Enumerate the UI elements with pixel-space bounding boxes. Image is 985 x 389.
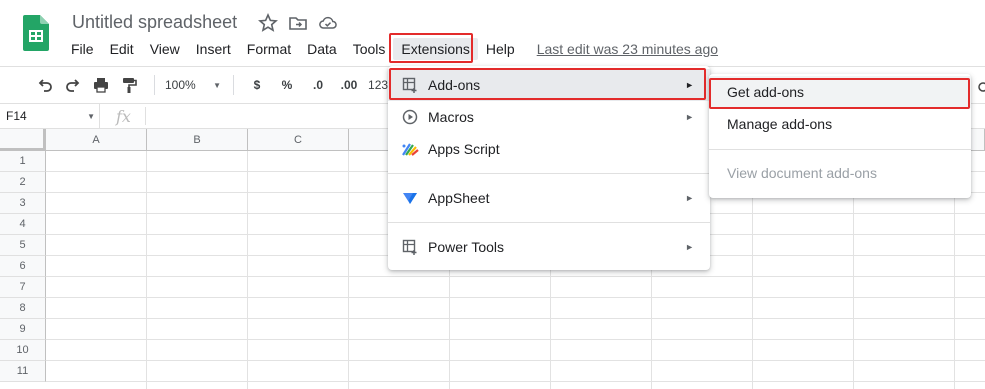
menu-format[interactable]: Format — [239, 38, 299, 60]
appsheet-icon — [401, 189, 419, 207]
menu-data[interactable]: Data — [299, 38, 345, 60]
gridline — [46, 381, 985, 382]
row-header[interactable]: 5 — [0, 235, 46, 256]
menu-tools[interactable]: Tools — [345, 38, 394, 60]
gridline — [46, 276, 985, 277]
paint-format-button[interactable] — [116, 72, 142, 98]
menu-divider — [709, 149, 971, 150]
menu-item-power-tools[interactable]: Power Tools ► — [388, 231, 710, 263]
extensions-menu: Add-ons ► Macros ► Apps Script AppSheet … — [388, 66, 710, 270]
document-title[interactable]: Untitled spreadsheet — [72, 12, 237, 33]
menu-view[interactable]: View — [142, 38, 188, 60]
submenu-item-manage-add-ons[interactable]: Manage add-ons — [709, 108, 971, 140]
menu-divider — [388, 173, 710, 174]
gridline — [46, 297, 985, 298]
submenu-arrow-icon: ► — [685, 242, 694, 252]
redo-button[interactable] — [60, 72, 86, 98]
menu-file[interactable]: File — [63, 38, 102, 60]
zoom-select[interactable]: 100% ▼ — [165, 72, 221, 98]
print-icon — [94, 78, 108, 93]
decrease-decimal-button[interactable]: .0 — [304, 72, 332, 98]
row-header[interactable]: 9 — [0, 319, 46, 340]
cloud-saved-icon[interactable] — [318, 13, 338, 33]
addons-icon — [401, 76, 419, 94]
menu-divider — [388, 222, 710, 223]
title-area: Untitled spreadsheet File Edit View Inse… — [0, 0, 985, 66]
submenu-arrow-icon: ► — [685, 80, 694, 90]
submenu-arrow-icon: ► — [685, 112, 694, 122]
move-folder-icon[interactable] — [288, 13, 308, 33]
star-icon[interactable] — [258, 13, 278, 33]
toolbar-divider — [154, 75, 155, 95]
submenu-item-view-document-add-ons: View document add-ons — [727, 165, 877, 181]
menu-item-label: Apps Script — [428, 141, 500, 157]
row-header[interactable]: 1 — [0, 151, 46, 172]
gridline — [146, 151, 147, 389]
power-tools-icon — [401, 238, 419, 256]
column-header-c[interactable]: C — [248, 129, 349, 151]
column-header-b[interactable]: B — [147, 129, 248, 151]
fx-icon: fx — [116, 106, 131, 126]
menu-item-label: Power Tools — [428, 239, 505, 255]
row-header[interactable]: 10 — [0, 340, 46, 361]
menu-edit[interactable]: Edit — [102, 38, 142, 60]
row-header[interactable]: 2 — [0, 172, 46, 193]
chevron-down-icon: ▼ — [213, 80, 221, 90]
more-formats-label: 123 — [368, 78, 389, 92]
undo-icon — [38, 79, 52, 92]
menu-item-appsheet[interactable]: AppSheet ► — [388, 182, 710, 214]
menu-item-add-ons[interactable]: Add-ons ► — [388, 69, 710, 101]
name-box[interactable]: F14 ▼ — [0, 104, 100, 128]
menu-item-label: AppSheet — [428, 190, 490, 206]
gridline — [46, 339, 985, 340]
menu-bar: File Edit View Insert Format Data Tools … — [63, 38, 718, 60]
gridline — [348, 151, 349, 389]
undo-button[interactable] — [32, 72, 58, 98]
zoom-value: 100% — [165, 78, 196, 92]
menu-item-label: Add-ons — [428, 77, 481, 93]
gridline — [46, 360, 985, 361]
sheets-logo-icon[interactable] — [23, 15, 49, 51]
toolbar-divider — [233, 75, 234, 95]
menu-item-macros[interactable]: Macros ► — [388, 101, 710, 133]
row-header[interactable]: 8 — [0, 298, 46, 319]
submenu-arrow-icon: ► — [685, 193, 694, 203]
menu-insert[interactable]: Insert — [188, 38, 239, 60]
gridline — [46, 318, 985, 319]
submenu-item-get-add-ons[interactable]: Get add-ons — [709, 76, 971, 108]
column-header-a[interactable]: A — [46, 129, 147, 151]
chevron-down-icon: ▼ — [87, 111, 95, 121]
row-header[interactable]: 3 — [0, 193, 46, 214]
last-edit-link[interactable]: Last edit was 23 minutes ago — [537, 41, 718, 57]
redo-icon — [66, 79, 80, 92]
percent-format-button[interactable]: % — [272, 72, 302, 98]
gridline — [247, 151, 248, 389]
increase-decimal-button[interactable]: .00 — [334, 72, 364, 98]
row-header[interactable]: 11 — [0, 361, 46, 382]
cell-reference: F14 — [6, 109, 27, 123]
currency-format-button[interactable]: $ — [244, 72, 270, 98]
apps-script-icon — [401, 140, 419, 158]
print-button[interactable] — [88, 72, 114, 98]
menu-item-label: Macros — [428, 109, 474, 125]
paint-format-icon — [123, 78, 137, 93]
menu-extensions[interactable]: Extensions — [393, 38, 478, 60]
row-header[interactable]: 7 — [0, 277, 46, 298]
row-header[interactable]: 6 — [0, 256, 46, 277]
link-icon[interactable] — [976, 80, 985, 94]
select-all-corner[interactable] — [0, 129, 46, 151]
row-header[interactable]: 4 — [0, 214, 46, 235]
play-circle-icon — [401, 108, 419, 126]
menu-help[interactable]: Help — [478, 38, 523, 60]
menu-item-apps-script[interactable]: Apps Script — [388, 133, 710, 165]
add-ons-submenu: Get add-ons Manage add-ons View document… — [709, 74, 971, 198]
